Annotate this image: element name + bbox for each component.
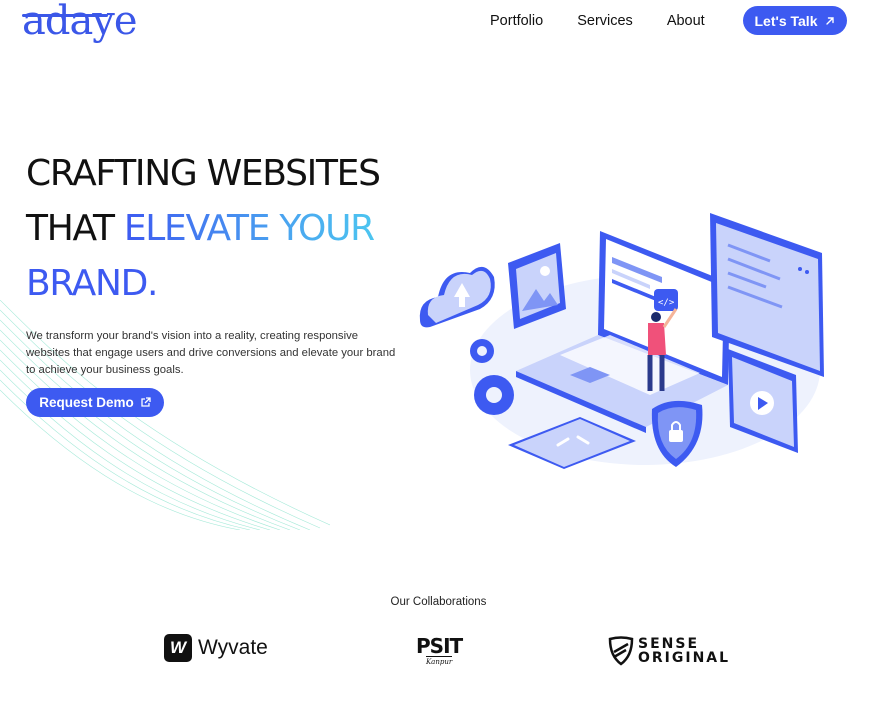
hero-illustration: </>: [419, 213, 824, 469]
nav-services[interactable]: Services: [577, 12, 633, 30]
external-link-icon: [141, 397, 151, 407]
logo-bar: [22, 14, 108, 17]
request-demo-label: Request Demo: [39, 395, 134, 410]
logo-text: adaye: [22, 0, 138, 44]
code-badge-icon: </>: [654, 289, 678, 311]
wyvate-logo-icon: W: [164, 634, 192, 662]
sense-word: SENSE: [638, 636, 700, 652]
sense-shield-icon: [608, 636, 634, 666]
brand-wyvate: W Wyvate: [164, 634, 268, 662]
main-nav: Portfolio Services About: [490, 12, 739, 30]
hero-line-2-gradient: ELEVATE YOUR: [123, 208, 375, 249]
collaborations-title: Our Collaborations: [390, 596, 487, 608]
psit-subtext: Kanpur: [425, 656, 453, 666]
sense-text: SENSE ORIGINAL: [638, 637, 730, 665]
lets-talk-label: Let's Talk: [754, 12, 818, 29]
hero-line-2: THAT ELEVATE YOUR: [26, 201, 466, 256]
original-word: ORIGINAL: [638, 650, 731, 666]
nav-about[interactable]: About: [667, 12, 705, 30]
logo[interactable]: adaye: [22, 1, 138, 46]
hero-description: We transform your brand's vision into a …: [26, 330, 396, 377]
hero-line-3: BRAND.: [26, 263, 158, 304]
wyvate-text: Wyvate: [198, 636, 268, 659]
hero-line-2-plain: THAT: [26, 208, 115, 249]
cloud-upload-icon: [419, 266, 495, 328]
lets-talk-button[interactable]: Let's Talk: [743, 6, 847, 35]
hero-line-1: CRAFTING WEBSITES: [26, 153, 381, 194]
request-demo-button[interactable]: Request Demo: [26, 388, 164, 417]
hero-heading: CRAFTING WEBSITES THAT ELEVATE YOUR BRAN…: [26, 146, 466, 311]
brand-psit: PSIT Kanpur: [416, 634, 463, 667]
psit-text: PSIT: [416, 634, 463, 658]
brand-sense-original: SENSE ORIGINAL: [608, 636, 730, 666]
arrow-up-right-icon: [826, 16, 835, 25]
svg-text:</>: </>: [658, 298, 675, 308]
nav-portfolio[interactable]: Portfolio: [490, 12, 543, 30]
